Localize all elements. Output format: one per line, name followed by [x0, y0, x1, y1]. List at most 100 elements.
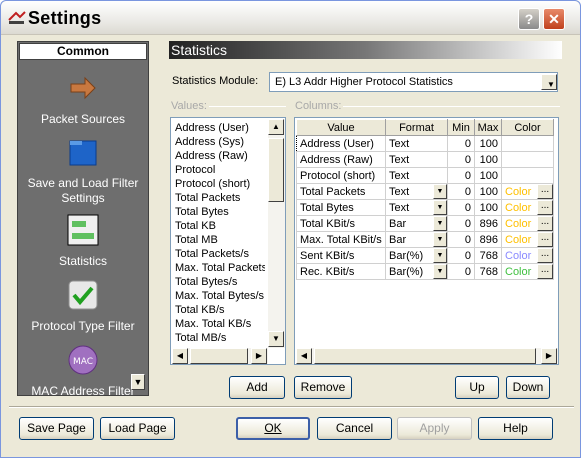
cell-max[interactable]: 896 — [474, 215, 502, 232]
table-row[interactable]: Max. Total KBit/s Bar ▼ 0 896 Color... — [296, 231, 554, 248]
values-list-item[interactable]: Protocol — [175, 163, 265, 177]
cell-min[interactable]: 0 — [447, 151, 475, 168]
values-list-item[interactable]: Total Bytes/s — [175, 275, 265, 289]
cell-color[interactable]: Color... — [501, 215, 554, 232]
format-dropdown-button[interactable]: ▼ — [433, 184, 447, 199]
nav-item-mac-filter[interactable]: MAC MAC Address Filter — [18, 344, 148, 399]
cell-max[interactable]: 100 — [474, 135, 502, 152]
cell-color[interactable] — [501, 167, 554, 184]
cell-max[interactable]: 768 — [474, 263, 502, 280]
down-button[interactable]: Down — [506, 376, 550, 399]
cell-min[interactable]: 0 — [447, 263, 475, 280]
cell-format[interactable]: Text — [385, 167, 448, 184]
columns-grid[interactable]: Value Format Min Max Color Address (User… — [294, 117, 559, 365]
cell-format[interactable]: Bar ▼ — [385, 231, 448, 248]
cell-value[interactable]: Protocol (short) — [296, 167, 386, 184]
cell-format[interactable]: Bar ▼ — [385, 215, 448, 232]
values-list-item[interactable]: Max. Total Packets — [175, 261, 265, 275]
cell-value[interactable]: Address (Raw) — [296, 151, 386, 168]
columns-horizontal-scrollbar[interactable]: ◀ ▶ — [296, 348, 558, 364]
cell-value[interactable]: Sent KBit/s — [296, 247, 386, 264]
values-list-item[interactable]: Total MB — [175, 233, 265, 247]
cell-value[interactable]: Rec. KBit/s — [296, 263, 386, 280]
values-list-item[interactable]: Address (User) — [175, 121, 265, 135]
values-horizontal-scrollbar[interactable]: ◀ ▶ — [172, 348, 268, 364]
color-picker-button[interactable]: ... — [537, 248, 553, 263]
table-row[interactable]: Address (User) Text 0 100 — [296, 135, 554, 152]
column-header-max[interactable]: Max — [474, 119, 502, 136]
values-list-item[interactable]: Total Bytes — [175, 205, 265, 219]
cell-max[interactable]: 100 — [474, 167, 502, 184]
category-header[interactable]: Common — [19, 43, 147, 60]
format-dropdown-button[interactable]: ▼ — [433, 216, 447, 231]
ok-button[interactable]: OK — [236, 417, 310, 440]
format-dropdown-button[interactable]: ▼ — [433, 264, 447, 279]
panel-scroll-down-button[interactable]: ▼ — [131, 374, 145, 390]
cell-max[interactable]: 100 — [474, 199, 502, 216]
color-picker-button[interactable]: ... — [537, 184, 553, 199]
cancel-button[interactable]: Cancel — [317, 417, 392, 440]
values-list-item[interactable]: Max. Total Bytes/s — [175, 289, 265, 303]
cell-min[interactable]: 0 — [447, 247, 475, 264]
cell-color[interactable]: Color... — [501, 263, 554, 280]
cell-value[interactable]: Address (User) — [296, 135, 386, 152]
apply-button[interactable]: Apply — [397, 417, 472, 440]
table-row[interactable]: Protocol (short) Text 0 100 — [296, 167, 554, 184]
values-list-item[interactable]: Protocol (short) — [175, 177, 265, 191]
cell-min[interactable]: 0 — [447, 199, 475, 216]
values-vertical-scrollbar[interactable]: ▲ ▼ — [268, 119, 285, 348]
values-list-item[interactable]: Address (Sys) — [175, 135, 265, 149]
cell-min[interactable]: 0 — [447, 167, 475, 184]
scroll-left-button[interactable]: ◀ — [296, 348, 312, 364]
cell-color[interactable]: Color... — [501, 183, 554, 200]
cell-color[interactable]: Color... — [501, 231, 554, 248]
up-button[interactable]: Up — [455, 376, 499, 399]
cell-min[interactable]: 0 — [447, 183, 475, 200]
cell-max[interactable]: 896 — [474, 231, 502, 248]
scroll-thumb[interactable] — [314, 348, 536, 364]
values-list-item[interactable]: Total KB — [175, 219, 265, 233]
help-button[interactable]: Help — [478, 417, 553, 440]
cell-min[interactable]: 0 — [447, 215, 475, 232]
table-row[interactable]: Total Bytes Text ▼ 0 100 Color... — [296, 199, 554, 216]
cell-color[interactable] — [501, 151, 554, 168]
cell-color[interactable] — [501, 135, 554, 152]
cell-format[interactable]: Bar(%) ▼ — [385, 247, 448, 264]
scroll-right-button[interactable]: ▶ — [541, 348, 557, 364]
table-row[interactable]: Total Packets Text ▼ 0 100 Color... — [296, 183, 554, 200]
load-page-button[interactable]: Load Page — [100, 417, 175, 440]
close-button[interactable]: ✕ — [543, 8, 565, 30]
scroll-left-button[interactable]: ◀ — [172, 348, 188, 364]
color-picker-button[interactable]: ... — [537, 200, 553, 215]
cell-color[interactable]: Color... — [501, 199, 554, 216]
color-picker-button[interactable]: ... — [537, 264, 553, 279]
cell-format[interactable]: Text ▼ — [385, 199, 448, 216]
format-dropdown-button[interactable]: ▼ — [433, 200, 447, 215]
module-dropdown-button[interactable]: ▼ — [541, 74, 557, 90]
values-listbox[interactable]: Address (User) Address (Sys) Address (Raw)… — [170, 117, 286, 365]
values-list-item[interactable]: Max. Total KB/s — [175, 317, 265, 331]
column-header-min[interactable]: Min — [447, 119, 475, 136]
table-row[interactable]: Total KBit/s Bar ▼ 0 896 Color... — [296, 215, 554, 232]
cell-format[interactable]: Bar(%) ▼ — [385, 263, 448, 280]
scroll-up-button[interactable]: ▲ — [268, 119, 284, 135]
format-dropdown-button[interactable]: ▼ — [433, 248, 447, 263]
remove-button[interactable]: Remove — [294, 376, 352, 399]
values-list[interactable]: Address (User) Address (Sys) Address (Raw)… — [175, 121, 265, 347]
add-button[interactable]: Add — [229, 376, 285, 399]
column-header-value[interactable]: Value — [296, 119, 386, 136]
help-title-button[interactable]: ? — [518, 8, 540, 30]
scroll-thumb[interactable] — [268, 138, 284, 202]
color-picker-button[interactable]: ... — [537, 232, 553, 247]
scroll-down-button[interactable]: ▼ — [268, 331, 284, 347]
values-list-item[interactable]: Total Packets — [175, 191, 265, 205]
cell-max[interactable]: 100 — [474, 183, 502, 200]
cell-value[interactable]: Total KBit/s — [296, 215, 386, 232]
cell-format[interactable]: Text ▼ — [385, 183, 448, 200]
nav-item-save-load[interactable]: Save and Load Filter Settings — [18, 136, 148, 206]
nav-item-packet-sources[interactable]: Packet Sources — [18, 72, 148, 127]
cell-format[interactable]: Text — [385, 135, 448, 152]
save-page-button[interactable]: Save Page — [19, 417, 94, 440]
table-row[interactable]: Address (Raw) Text 0 100 — [296, 151, 554, 168]
cell-value[interactable]: Total Bytes — [296, 199, 386, 216]
